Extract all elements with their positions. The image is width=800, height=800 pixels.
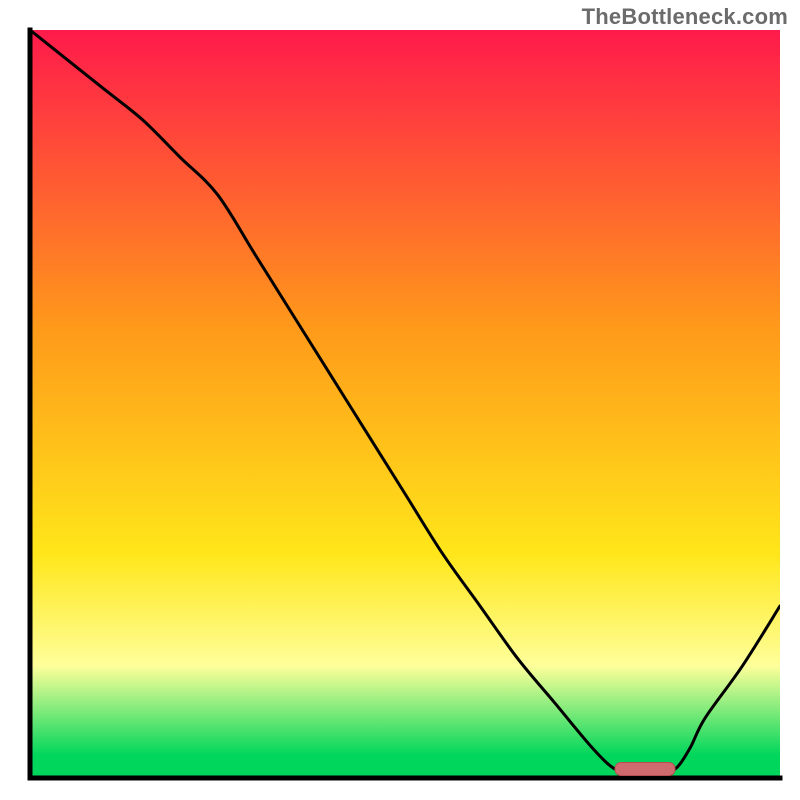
gradient-background [30, 30, 780, 778]
chart-frame: TheBottleneck.com [0, 0, 800, 800]
bottleneck-chart [0, 0, 800, 800]
optimal-range-marker [615, 763, 675, 776]
watermark-text: TheBottleneck.com [582, 4, 788, 30]
